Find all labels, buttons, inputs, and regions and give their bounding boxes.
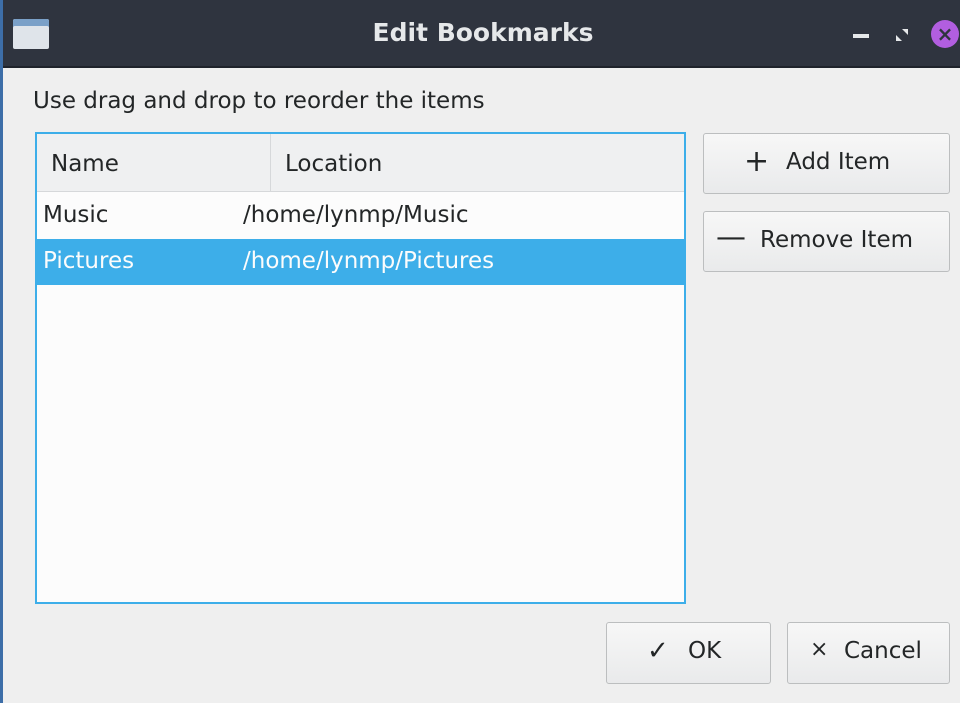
remove-item-label: Remove Item [760, 227, 914, 253]
ok-label: OK [688, 638, 722, 664]
edit-bookmarks-dialog: Edit Bookmarks × Use drag and drop to re… [0, 0, 960, 703]
column-header-location[interactable]: Location [285, 151, 382, 177]
bookmarks-list[interactable]: Name Location Music /home/lynmp/Music Pi… [35, 132, 686, 604]
item-name: Music [43, 202, 109, 228]
close-button[interactable]: × [931, 20, 959, 48]
minimize-button[interactable] [847, 20, 877, 48]
minus-icon: — [716, 220, 746, 255]
column-separator[interactable] [270, 134, 271, 192]
add-item-button[interactable]: + Add Item [703, 133, 950, 194]
add-item-label: Add Item [786, 149, 891, 175]
close-icon: × [936, 22, 954, 46]
ok-button[interactable]: ✓ OK [606, 622, 771, 684]
instruction-label: Use drag and drop to reorder the items [33, 88, 485, 114]
checkmark-icon: ✓ [647, 636, 669, 666]
cancel-x-icon: × [810, 637, 829, 662]
list-item[interactable]: Music /home/lynmp/Music [37, 193, 684, 239]
column-header-name[interactable]: Name [51, 151, 119, 177]
restore-icon [896, 29, 908, 41]
list-header: Name Location [37, 134, 684, 192]
item-name: Pictures [43, 248, 135, 274]
remove-item-button[interactable]: — Remove Item [703, 211, 950, 272]
minimize-icon [853, 34, 869, 38]
plus-icon: + [744, 144, 770, 179]
cancel-button[interactable]: × Cancel [787, 622, 950, 684]
list-item[interactable]: Pictures /home/lynmp/Pictures [37, 239, 684, 285]
restore-button[interactable] [887, 20, 917, 48]
titlebar[interactable]: Edit Bookmarks × [3, 0, 960, 68]
item-location: /home/lynmp/Pictures [243, 248, 495, 274]
window-title: Edit Bookmarks [372, 18, 594, 47]
cancel-label: Cancel [844, 638, 922, 664]
item-location: /home/lynmp/Music [243, 202, 469, 228]
